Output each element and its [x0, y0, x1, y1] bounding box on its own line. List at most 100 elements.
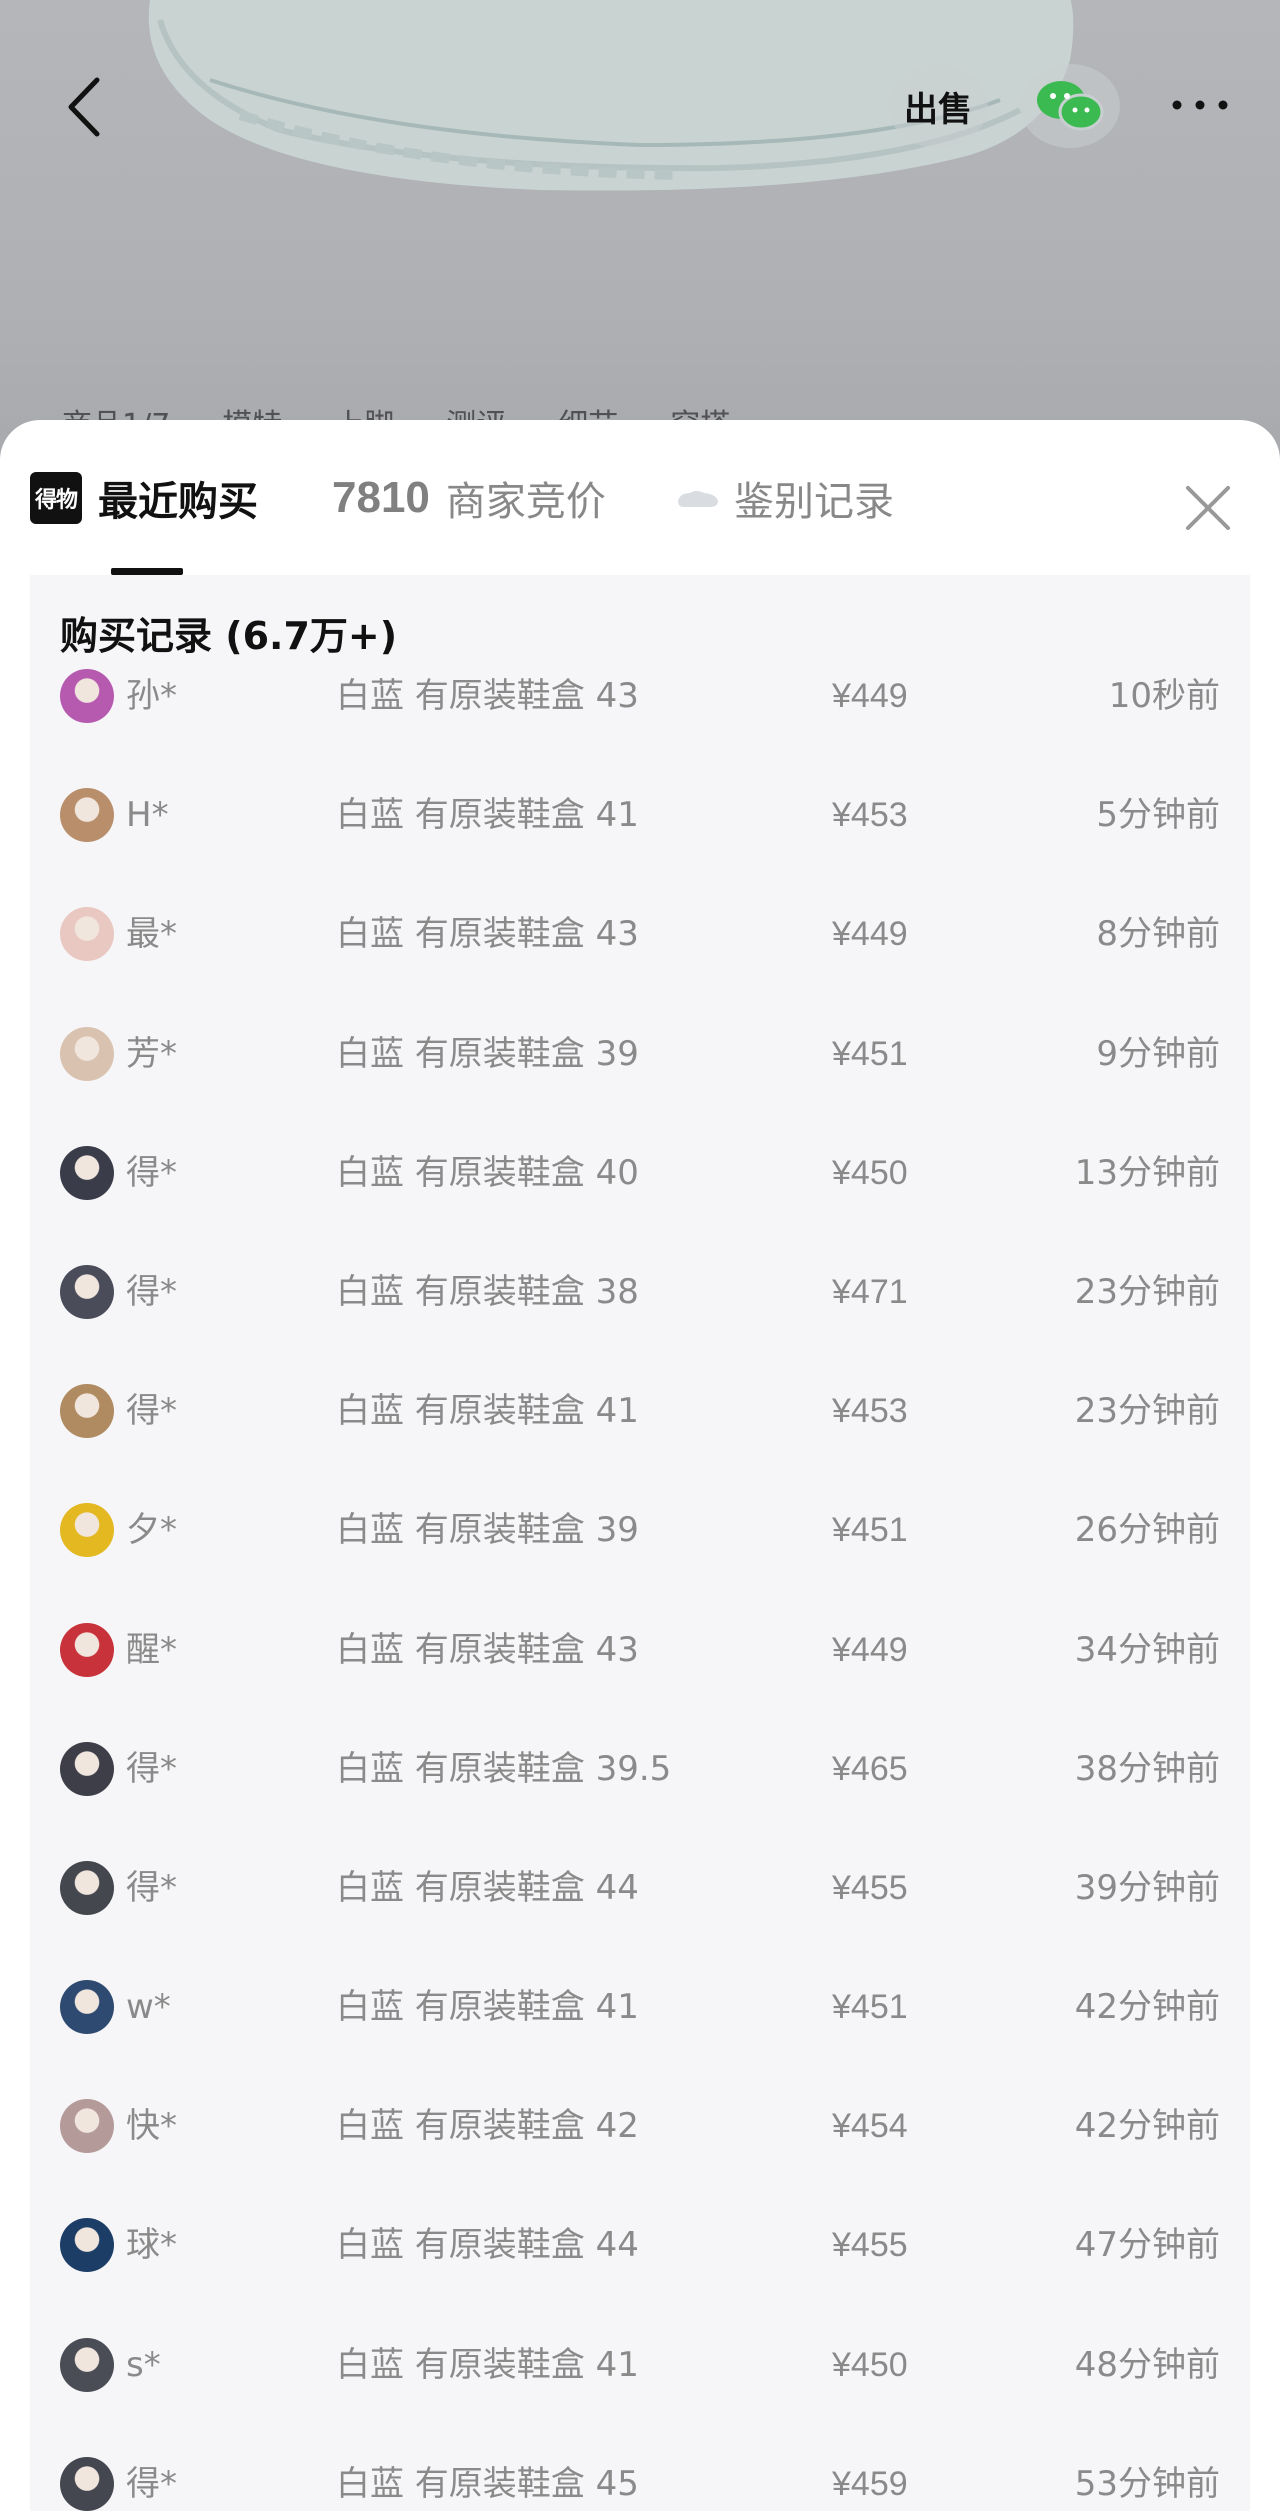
avatar: [60, 907, 114, 962]
record-row: 最* 白蓝 有原装鞋盒 43 ¥449 8分钟前: [30, 903, 1250, 1022]
price: ¥450: [832, 2345, 908, 2384]
merchant-bid-count: 7810: [332, 472, 430, 522]
item-spec: 白蓝 有原装鞋盒 39.5: [336, 1748, 672, 1789]
buyer-name: w*: [126, 1987, 171, 2028]
avatar: [60, 1741, 114, 1796]
buyer-name: 醒*: [126, 1629, 177, 1670]
avatar: [60, 788, 114, 843]
purchase-time: 42分钟前: [1074, 1987, 1220, 2028]
purchase-time: 38分钟前: [1074, 1748, 1220, 1789]
buyer-name: 夕*: [126, 1510, 177, 1551]
purchase-time: 23分钟前: [1074, 1271, 1220, 1312]
item-spec: 白蓝 有原装鞋盒 44: [336, 2225, 639, 2266]
records-container: 孙* 白蓝 有原装鞋盒 43 ¥449 10秒前 H* 白蓝 有原装鞋盒 41 ¥453 5分…: [30, 665, 1250, 2511]
record-row: 得* 白蓝 有原装鞋盒 44 ¥455 39分钟前: [30, 1857, 1250, 1976]
avatar: [60, 1980, 114, 2035]
buyer-name: 孙*: [126, 676, 177, 716]
active-tab-indicator: [111, 568, 183, 575]
purchase-time: 34分钟前: [1074, 1629, 1220, 1670]
buyer-name: 得*: [126, 2463, 177, 2504]
purchase-records-sheet: 得物 最近购买 7810 商家竞价 鉴别记录 购买记录 (6.7万+) 孙* 白蓝…: [0, 420, 1280, 2511]
buyer-name: 得*: [126, 1271, 177, 1312]
purchase-time: 13分钟前: [1074, 1152, 1220, 1193]
avatar: [60, 1145, 114, 1200]
sell-label: 出售: [904, 89, 972, 130]
purchase-time: 42分钟前: [1074, 2106, 1220, 2147]
avatar: [60, 1384, 114, 1439]
record-row: 醒* 白蓝 有原装鞋盒 43 ¥449 34分钟前: [30, 1619, 1250, 1738]
record-row: 孙* 白蓝 有原装鞋盒 43 ¥449 10秒前: [30, 665, 1250, 784]
item-spec: 白蓝 有原装鞋盒 43: [336, 676, 639, 716]
tab-merchant-bids[interactable]: 7810 商家竞价: [332, 420, 606, 575]
price: ¥465: [832, 1749, 908, 1788]
close-icon: [1186, 486, 1230, 530]
tab-bids-label: 商家竞价: [445, 478, 606, 525]
item-spec: 白蓝 有原装鞋盒 39: [336, 1033, 639, 1074]
purchase-time: 53分钟前: [1074, 2463, 1220, 2504]
purchase-time: 5分钟前: [1096, 795, 1220, 836]
sell-button[interactable]: 出售: [888, 64, 988, 148]
item-spec: 白蓝 有原装鞋盒 43: [336, 914, 639, 955]
avatar: [60, 1026, 114, 1081]
purchase-time: 23分钟前: [1074, 1391, 1220, 1432]
purchase-time: 47分钟前: [1074, 2225, 1220, 2266]
record-row: 得* 白蓝 有原装鞋盒 45 ¥459 53分钟前: [30, 2453, 1250, 2511]
avatar: [60, 1264, 114, 1319]
avatar: [60, 2218, 114, 2273]
price: ¥450: [832, 1153, 908, 1192]
record-row: 得* 白蓝 有原装鞋盒 39.5 ¥465 38分钟前: [30, 1738, 1250, 1857]
tab-authentication-records[interactable]: 鉴别记录: [676, 420, 894, 575]
item-spec: 白蓝 有原装鞋盒 43: [336, 1629, 639, 1670]
tab-recent-purchases[interactable]: 得物 最近购买: [30, 420, 258, 575]
record-row: w* 白蓝 有原装鞋盒 41 ¥451 42分钟前: [30, 1976, 1250, 2095]
avatar: [60, 2456, 114, 2511]
buyer-name: 得*: [126, 1748, 177, 1789]
item-spec: 白蓝 有原装鞋盒 45: [336, 2463, 639, 2504]
product-gallery: 出售 商品1/7 模特 上脚 测评 细节 穿搭: [0, 0, 1280, 440]
more-button[interactable]: [1160, 80, 1240, 130]
close-button[interactable]: [1180, 480, 1236, 536]
buyer-name: 最*: [126, 914, 177, 955]
back-button[interactable]: [55, 72, 111, 142]
purchase-time: 26分钟前: [1074, 1510, 1220, 1551]
price: ¥455: [832, 2226, 908, 2265]
purchase-list[interactable]: 购买记录 (6.7万+) 孙* 白蓝 有原装鞋盒 43 ¥449 10秒前 H* 白蓝 有…: [30, 575, 1250, 2511]
item-spec: 白蓝 有原装鞋盒 41: [336, 1987, 639, 2028]
price: ¥459: [832, 2464, 908, 2503]
purchase-time: 9分钟前: [1096, 1033, 1220, 1074]
price: ¥454: [832, 2107, 908, 2146]
item-spec: 白蓝 有原装鞋盒 39: [336, 1510, 639, 1551]
price: ¥471: [832, 1272, 908, 1311]
sheet-tabs: 得物 最近购买 7810 商家竞价 鉴别记录: [0, 420, 1280, 575]
buyer-name: s*: [126, 2344, 161, 2385]
item-spec: 白蓝 有原装鞋盒 40: [336, 1152, 639, 1193]
more-icon: [1172, 100, 1228, 110]
item-spec: 白蓝 有原装鞋盒 44: [336, 1867, 639, 1908]
purchase-time: 8分钟前: [1096, 914, 1220, 955]
brand-logo: 得物: [30, 471, 82, 524]
price: ¥453: [832, 796, 908, 835]
price: ¥449: [832, 1630, 908, 1669]
buyer-name: 得*: [126, 1152, 177, 1193]
avatar: [60, 1622, 114, 1677]
tab-auth-label: 鉴别记录: [734, 478, 894, 525]
record-row: 球* 白蓝 有原装鞋盒 44 ¥455 47分钟前: [30, 2214, 1250, 2333]
item-spec: 白蓝 有原装鞋盒 41: [336, 795, 639, 836]
item-spec: 白蓝 有原装鞋盒 41: [336, 1391, 639, 1432]
avatar: [60, 1860, 114, 1915]
price: ¥455: [832, 1868, 908, 1907]
record-row: 得* 白蓝 有原装鞋盒 41 ¥453 23分钟前: [30, 1380, 1250, 1499]
wechat-share-button[interactable]: [1020, 64, 1120, 148]
record-row: 得* 白蓝 有原装鞋盒 38 ¥471 23分钟前: [30, 1261, 1250, 1380]
record-row: s* 白蓝 有原装鞋盒 41 ¥450 48分钟前: [30, 2334, 1250, 2453]
purchase-time: 39分钟前: [1074, 1867, 1220, 1908]
record-row: 芳* 白蓝 有原装鞋盒 39 ¥451 9分钟前: [30, 1023, 1250, 1142]
price: ¥451: [832, 1511, 908, 1550]
buyer-name: 得*: [126, 1867, 177, 1908]
chevron-left-icon: [68, 77, 100, 137]
price: ¥451: [832, 1034, 908, 1073]
price: ¥451: [832, 1988, 908, 2027]
avatar: [60, 669, 114, 723]
record-row: 夕* 白蓝 有原装鞋盒 39 ¥451 26分钟前: [30, 1499, 1250, 1618]
record-row: 得* 白蓝 有原装鞋盒 40 ¥450 13分钟前: [30, 1142, 1250, 1261]
